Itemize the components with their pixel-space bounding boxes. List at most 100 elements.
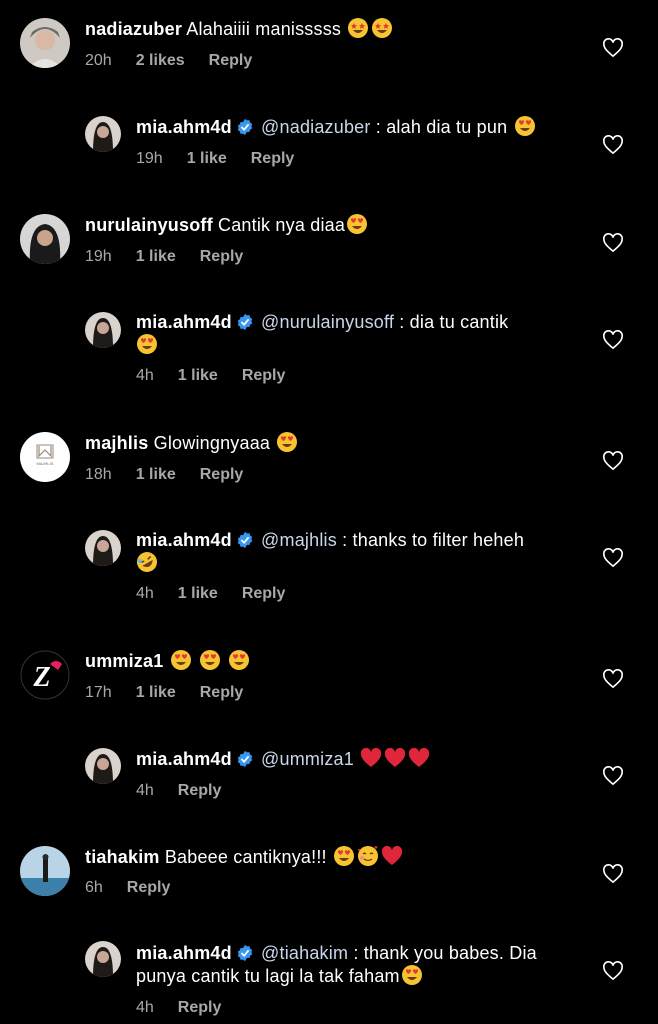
timestamp: 20h [85, 52, 112, 69]
comment-item: nurulainyusoff Cantik nya diaa 19h 1 like… [0, 196, 658, 294]
comment-text: mia.ahm4d @ummiza1 [136, 747, 431, 770]
mention-link[interactable]: @nadiazuber [261, 117, 371, 137]
heart-outline-icon[interactable] [602, 961, 624, 981]
reply-button[interactable]: Reply [242, 585, 286, 602]
comment-body: : alah dia tu pun [375, 117, 508, 137]
timestamp: 4h [136, 999, 154, 1016]
likes-count[interactable]: 1 like [187, 150, 227, 167]
avatar[interactable] [20, 846, 70, 896]
smiling-face-with-hearts-emoji-icon [357, 846, 378, 866]
likes-count[interactable]: 1 like [178, 585, 218, 602]
mention-link[interactable]: @ummiza1 [261, 749, 354, 769]
reply-button[interactable]: Reply [242, 367, 286, 384]
heart-outline-icon[interactable] [602, 330, 624, 350]
username[interactable]: mia.ahm4d [136, 943, 232, 963]
avatar[interactable]: MAJHLIS [20, 432, 70, 482]
avatar[interactable] [85, 748, 121, 784]
likes-count[interactable]: 2 likes [136, 52, 185, 69]
timestamp: 4h [136, 367, 154, 384]
timestamp: 4h [136, 782, 154, 799]
heart-outline-icon[interactable] [602, 548, 624, 568]
mention-link[interactable]: @nurulainyusoff [261, 312, 394, 332]
likes-count[interactable]: 1 like [136, 248, 176, 265]
username[interactable]: ummiza1 [85, 651, 163, 671]
heart-eyes-emoji-icon [277, 432, 298, 452]
comment-body: Glowingnyaaa [153, 433, 271, 453]
heart-outline-icon[interactable] [602, 451, 624, 471]
comment-meta: 19h 1 like Reply [136, 150, 318, 168]
comment-text: ummiza1 [85, 649, 251, 672]
avatar[interactable] [85, 116, 121, 152]
comment-meta: 20h 2 likes Reply [85, 52, 276, 70]
heart-outline-icon[interactable] [602, 669, 624, 689]
avatar[interactable] [85, 312, 121, 348]
comment-item: tiahakim Babeee cantiknya!!! 6h Reply [0, 828, 658, 926]
reply-item: mia.ahm4d @nurulainyusoff : dia tu canti… [0, 294, 658, 414]
heart-eyes-emoji-icon [229, 650, 250, 670]
avatar[interactable] [20, 18, 70, 68]
username[interactable]: majhlis [85, 433, 148, 453]
reply-button[interactable]: Reply [251, 150, 295, 167]
username[interactable]: nurulainyusoff [85, 215, 213, 235]
reply-button[interactable]: Reply [200, 466, 244, 483]
heart-outline-icon[interactable] [602, 135, 624, 155]
username[interactable]: mia.ahm4d [136, 312, 232, 332]
reply-item: mia.ahm4d @ummiza1 4h Reply [0, 730, 658, 828]
timestamp: 6h [85, 879, 103, 896]
comment-text: mia.ahm4d @majhlis : thanks to filter he… [136, 529, 576, 574]
heart-outline-icon[interactable] [602, 233, 624, 253]
comment-meta: 18h 1 like Reply [85, 466, 267, 484]
heart-outline-icon[interactable] [602, 864, 624, 884]
comment-body: : thank you babes. Dia [353, 943, 537, 963]
username[interactable]: tiahakim [85, 847, 160, 867]
username[interactable]: mia.ahm4d [136, 117, 232, 137]
reply-button[interactable]: Reply [127, 879, 171, 896]
comment-body: Cantik nya diaa [218, 215, 346, 235]
red-heart-emoji-icon [385, 747, 406, 767]
likes-count[interactable]: 1 like [136, 466, 176, 483]
reply-button[interactable]: Reply [178, 999, 222, 1016]
comment-meta: 19h 1 like Reply [85, 248, 267, 266]
mention-link[interactable]: @majhlis [261, 530, 337, 550]
avatar[interactable]: Z [20, 650, 70, 700]
star-struck-emoji-icon [372, 18, 393, 38]
reply-item: mia.ahm4d @majhlis : thanks to filter he… [0, 512, 658, 632]
comment-text: nadiazuber Alahaiiii manisssss [85, 17, 394, 40]
username[interactable]: nadiazuber [85, 19, 182, 39]
comment-text: nurulainyusoff Cantik nya diaa [85, 213, 369, 236]
comment-meta: 17h 1 like Reply [85, 684, 267, 702]
timestamp: 19h [136, 150, 163, 167]
comment-body: : thanks to filter heheh [342, 530, 525, 550]
avatar[interactable] [20, 214, 70, 264]
verified-badge-icon [237, 313, 253, 331]
heart-eyes-emoji-icon [137, 334, 157, 354]
heart-eyes-emoji-icon [347, 214, 368, 234]
heart-outline-icon[interactable] [602, 766, 624, 786]
timestamp: 19h [85, 248, 112, 265]
mention-link[interactable]: @tiahakim [261, 943, 348, 963]
likes-count[interactable]: 1 like [178, 367, 218, 384]
avatar[interactable] [85, 941, 121, 977]
heart-outline-icon[interactable] [602, 38, 624, 58]
reply-button[interactable]: Reply [200, 684, 244, 701]
comment-body-continued: punya cantik tu lagi la tak faham [136, 966, 400, 986]
comment-text: tiahakim Babeee cantiknya!!! [85, 845, 404, 868]
avatar[interactable] [85, 530, 121, 566]
comment-meta: 4h Reply [136, 782, 245, 800]
verified-badge-icon [237, 118, 253, 136]
timestamp: 17h [85, 684, 112, 701]
timestamp: 4h [136, 585, 154, 602]
reply-button[interactable]: Reply [200, 248, 244, 265]
heart-eyes-emoji-icon [199, 650, 220, 670]
comment-item: nadiazuber Alahaiiii manisssss 20h 2 like… [0, 0, 658, 98]
username[interactable]: mia.ahm4d [136, 749, 232, 769]
reply-button[interactable]: Reply [178, 782, 222, 799]
reply-button[interactable]: Reply [209, 52, 253, 69]
verified-badge-icon [237, 750, 253, 768]
likes-count[interactable]: 1 like [136, 684, 176, 701]
verified-badge-icon [237, 944, 253, 962]
red-heart-emoji-icon [409, 747, 430, 767]
red-heart-emoji-icon [381, 845, 403, 865]
username[interactable]: mia.ahm4d [136, 530, 232, 550]
comment-body: : dia tu cantik [399, 312, 509, 332]
